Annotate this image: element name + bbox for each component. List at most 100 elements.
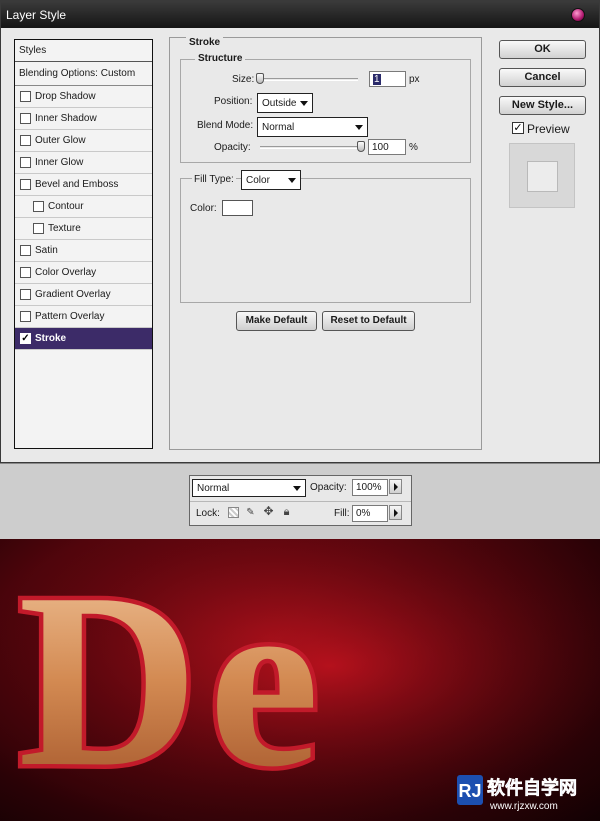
style-preview-thumbnail — [509, 143, 575, 208]
style-checkbox[interactable] — [20, 135, 31, 146]
chevron-down-icon — [355, 125, 363, 130]
opacity-unit: % — [409, 142, 418, 153]
cancel-button[interactable]: Cancel — [499, 68, 586, 87]
style-checkbox[interactable] — [33, 201, 44, 212]
fill-type-select[interactable]: Color — [241, 170, 301, 190]
position-label: Position: — [214, 96, 253, 107]
new-style-button[interactable]: New Style... — [499, 96, 586, 115]
style-checkbox[interactable] — [20, 91, 31, 102]
style-item-label: Color Overlay — [35, 267, 97, 278]
preview-label: Preview — [527, 122, 570, 136]
reset-to-default-button[interactable]: Reset to Default — [322, 311, 415, 331]
style-checkbox[interactable]: ✓ — [20, 333, 31, 344]
style-item-label: Stroke — [35, 333, 67, 344]
lock-position-icon[interactable]: ✥ — [263, 505, 274, 517]
blend-mode-select[interactable]: Normal — [257, 117, 368, 137]
style-checkbox[interactable] — [20, 179, 31, 190]
layer-opacity-label: Opacity: — [310, 482, 347, 493]
style-checkbox[interactable] — [20, 267, 31, 278]
position-select[interactable]: Outside — [257, 93, 313, 113]
style-item-stroke[interactable]: ✓ Stroke — [15, 328, 152, 350]
text-effect-artwork: De RJ 软件自学网 www.rjzxw.com — [0, 539, 600, 821]
rjzxw-logo: RJ 软件自学网 www.rjzxw.com — [457, 775, 577, 812]
opacity-flyout-arrow-icon[interactable] — [389, 479, 402, 494]
lock-transparent-icon[interactable] — [228, 507, 239, 518]
opacity-input[interactable]: 100 — [368, 139, 406, 155]
opacity-value: 100 — [372, 142, 389, 153]
styles-header[interactable]: Styles — [15, 40, 152, 62]
chevron-down-icon — [288, 178, 296, 183]
blend-mode-value: Normal — [262, 122, 295, 133]
style-item-drop-shadow[interactable]: Drop Shadow — [15, 86, 152, 108]
watermark-logo-text: RJ — [458, 781, 481, 801]
size-slider-thumb[interactable] — [256, 73, 264, 84]
style-item-bevel-and-emboss[interactable]: Bevel and Emboss — [15, 174, 152, 196]
chevron-down-icon — [300, 101, 308, 106]
style-checkbox[interactable] — [33, 223, 44, 234]
stroke-color-swatch[interactable] — [222, 200, 253, 216]
dialog-title: Layer Style — [6, 8, 67, 22]
checkmark-icon: ✓ — [513, 122, 523, 134]
style-item-texture[interactable]: Texture — [15, 218, 152, 240]
opacity-slider-thumb[interactable] — [357, 141, 365, 152]
style-item-label: Inner Shadow — [35, 113, 97, 124]
preview-checkbox[interactable]: ✓ — [512, 122, 524, 134]
chevron-down-icon — [293, 486, 301, 491]
divider — [190, 501, 411, 502]
opacity-label: Opacity: — [214, 142, 251, 153]
style-item-label: Outer Glow — [35, 135, 86, 146]
lock-all-icon[interactable]: 🔒︎ — [281, 507, 292, 518]
lock-label: Lock: — [196, 508, 220, 519]
preview-swatch — [527, 161, 558, 192]
style-item-label: Texture — [48, 223, 81, 234]
opacity-slider-track[interactable] — [260, 146, 361, 149]
style-item-label: Drop Shadow — [35, 91, 96, 102]
size-slider-track[interactable] — [258, 78, 358, 81]
style-checkbox[interactable] — [20, 245, 31, 256]
style-checkbox[interactable] — [20, 289, 31, 300]
dialog-titlebar: Layer Style — [1, 1, 599, 28]
ok-button[interactable]: OK — [499, 40, 586, 59]
watermark-url: www.rjzxw.com — [489, 801, 558, 812]
layer-opacity-input[interactable]: 100% — [352, 479, 388, 496]
style-checkbox[interactable] — [20, 157, 31, 168]
size-value: 1 — [373, 74, 381, 85]
fill-value: 0% — [356, 508, 371, 519]
artwork-text: De — [18, 542, 330, 819]
color-label: Color: — [190, 203, 217, 214]
style-item-label: Pattern Overlay — [35, 311, 105, 322]
layer-blend-mode-select[interactable]: Normal — [192, 479, 306, 497]
fill-type-label: Fill Type: — [192, 174, 236, 185]
style-item-outer-glow[interactable]: Outer Glow — [15, 130, 152, 152]
style-item-color-overlay[interactable]: Color Overlay — [15, 262, 152, 284]
size-input[interactable]: 1 — [369, 71, 406, 87]
blending-options-item[interactable]: Blending Options: Custom — [15, 62, 152, 86]
close-icon[interactable] — [571, 8, 585, 22]
layer-opacity-value: 100% — [356, 482, 382, 493]
style-item-label: Inner Glow — [35, 157, 84, 168]
style-item-satin[interactable]: Satin — [15, 240, 152, 262]
make-default-button[interactable]: Make Default — [236, 311, 317, 331]
style-checkbox[interactable] — [20, 311, 31, 322]
position-value: Outside — [262, 98, 297, 109]
layer-blend-mode-value: Normal — [197, 483, 230, 494]
structure-title: Structure — [195, 53, 246, 64]
fill-input[interactable]: 0% — [352, 505, 388, 522]
layers-panel: Normal Opacity: 100% Lock: ✎ ✥ 🔒︎ Fill: … — [189, 475, 412, 526]
style-item-label: Satin — [35, 245, 58, 256]
style-item-pattern-overlay[interactable]: Pattern Overlay — [15, 306, 152, 328]
blend-mode-label: Blend Mode: — [197, 120, 254, 131]
fill-flyout-arrow-icon[interactable] — [389, 505, 402, 520]
style-item-inner-shadow[interactable]: Inner Shadow — [15, 108, 152, 130]
style-item-gradient-overlay[interactable]: Gradient Overlay — [15, 284, 152, 306]
size-unit: px — [409, 74, 420, 85]
size-label: Size: — [232, 74, 255, 85]
style-item-contour[interactable]: Contour — [15, 196, 152, 218]
style-item-label: Contour — [48, 201, 84, 212]
style-checkbox[interactable] — [20, 113, 31, 124]
styles-list: Styles Blending Options: Custom Drop Sha… — [14, 39, 153, 449]
lock-image-icon[interactable]: ✎ — [245, 507, 256, 518]
watermark: RJ 软件自学网 www.rjzxw.com — [454, 770, 594, 817]
style-item-inner-glow[interactable]: Inner Glow — [15, 152, 152, 174]
style-item-label: Bevel and Emboss — [35, 179, 119, 190]
